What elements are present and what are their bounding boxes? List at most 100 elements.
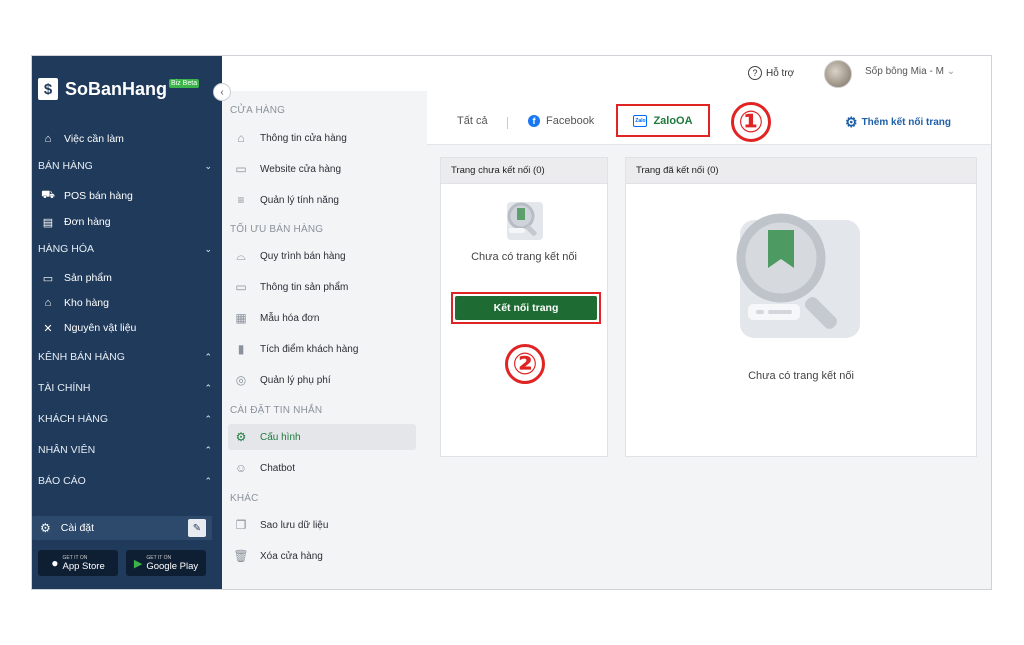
menu-item-product-info[interactable]: ▭ Thông tin sản phẩm [228, 274, 416, 300]
sidebar-item-todo[interactable]: ⌂ Việc cần làm [32, 128, 222, 150]
list-icon: ≡ [237, 193, 245, 207]
edit-icon[interactable]: ✎ [188, 519, 206, 537]
help-link[interactable]: ? Hỗ trợ [748, 66, 794, 80]
menu-item-backup[interactable]: ❐ Sao lưu dữ liệu [228, 512, 416, 538]
chevron-down-icon: ⌄ [946, 66, 956, 77]
menu-item-label: Cấu hình [260, 431, 301, 443]
sidebar-item-label: POS bán hàng [64, 190, 133, 202]
apple-icon: ● [51, 556, 59, 570]
sidebar-item-label: Sản phẩm [64, 272, 112, 284]
chevron-up-icon: ⌃ [204, 475, 212, 486]
app-store-label: App Store [62, 560, 105, 572]
user-menu[interactable]: Sốp bông Mia - M ⌄ [865, 66, 955, 77]
basket-icon: ⌓ [236, 248, 246, 263]
chevron-left-icon: ‹ [220, 86, 224, 98]
sidebar-group-goods[interactable]: HÀNG HÓA ⌄ [32, 238, 222, 260]
card-title: Trang chưa kết nối (0) [441, 158, 607, 184]
tab-zalo-oa[interactable]: Zalo ZaloOA [616, 104, 710, 137]
document-icon: ▤ [42, 216, 54, 229]
logo-icon: $ [38, 78, 58, 100]
chevron-up-icon: ⌃ [204, 413, 212, 424]
sidebar-item-label: Đơn hàng [64, 216, 111, 228]
sidebar-item-warehouse[interactable]: ⌂ Kho hàng [32, 292, 222, 314]
tab-all[interactable]: Tất cả [457, 115, 488, 127]
avatar[interactable] [824, 60, 852, 88]
menu-item-store-info[interactable]: ⌂ Thông tin cửa hàng [228, 125, 416, 151]
connected-pages-card: Trang đã kết nối (0) Chưa có trang kết n… [625, 157, 977, 457]
app-store-button[interactable]: ● GET IT ON App Store [38, 550, 118, 576]
menu-heading-other: KHÁC [230, 493, 259, 504]
sidebar-group-label: TÀI CHÍNH [38, 382, 91, 394]
sidebar-group-sales[interactable]: BÁN HÀNG ⌄ [32, 155, 222, 177]
menu-item-delete-store[interactable]: 🗑 Xóa cửa hàng [228, 543, 416, 569]
google-play-text: GET IT ON Google Play [146, 555, 198, 572]
sidebar-item-pos[interactable]: ⛟ POS bán hàng [32, 185, 222, 207]
invoice-icon: ▦ [235, 311, 247, 325]
menu-heading-store: CỬA HÀNG [230, 105, 286, 116]
sidebar-group-staff[interactable]: NHÂN VIÊN ⌃ [32, 439, 222, 461]
sidebar-item-orders[interactable]: ▤ Đơn hàng [32, 211, 222, 233]
sidebar-group-label: BÁN HÀNG [38, 160, 93, 172]
gear-icon: ⚙ [845, 114, 858, 130]
brand-name: SoBanHang [65, 78, 168, 99]
zalo-icon: Zalo [633, 114, 648, 127]
utensils-icon: ✕ [43, 322, 53, 335]
sidebar-item-label: Cài đặt [60, 522, 95, 534]
collapse-sidebar-button[interactable]: ‹ [213, 83, 231, 101]
sidebar-group-channels[interactable]: KÊNH BÁN HÀNG ⌃ [32, 346, 222, 368]
sidebar-item-products[interactable]: ▭ Sản phẩm [32, 267, 222, 289]
tab-facebook[interactable]: f Facebook [528, 115, 594, 127]
menu-item-website[interactable]: ▭ Website cửa hàng [228, 156, 416, 182]
menu-item-label: Tích điểm khách hàng [260, 343, 359, 355]
sidebar-item-settings[interactable]: ⚙ Cài đặt ✎ [32, 516, 212, 540]
app-window: $ SoBanHang Biz Beta ⌂ Việc cần làm BÁN … [31, 55, 992, 590]
menu-item-label: Quản lý tính năng [260, 194, 339, 206]
tab-label: ZaloOA [653, 114, 693, 127]
tab-label: Tất cả [457, 115, 488, 127]
menu-item-label: Quản lý phụ phí [260, 374, 331, 386]
top-header: ? Hỗ trợ Sốp bông Mia - M ⌄ [222, 56, 991, 91]
brand-logo[interactable]: $ SoBanHang Biz Beta [38, 78, 200, 100]
add-connection-label: Thêm kết nối trang [861, 117, 952, 128]
empty-state-text: Chưa có trang kết nối [748, 370, 854, 382]
sidebar-item-materials[interactable]: ✕ Nguyên vật liệu [32, 317, 222, 339]
google-play-button[interactable]: ▶ GET IT ON Google Play [126, 550, 206, 576]
main-content: Tất cả f Facebook Zalo ZaloOA ① ⚙ Thêm k… [427, 91, 991, 589]
menu-heading-optimize: TỐI ƯU BÁN HÀNG [230, 224, 324, 235]
empty-state-text: Chưa có trang kết nối [471, 251, 577, 263]
menu-item-features[interactable]: ≡ Quản lý tính năng [228, 187, 416, 213]
add-connection-button[interactable]: ⚙ Thêm kết nối trang [845, 114, 951, 131]
home-icon: ⌂ [44, 133, 52, 145]
facebook-icon: f [528, 115, 540, 127]
menu-item-label: Xóa cửa hàng [260, 550, 323, 562]
sidebar-group-customers[interactable]: KHÁCH HÀNG ⌃ [32, 408, 222, 430]
user-name: Sốp bông Mia - M [865, 66, 944, 77]
browser-icon: ▭ [235, 162, 247, 176]
menu-heading-messages: CÀI ĐẶT TIN NHẮN [230, 405, 323, 416]
menu-item-config[interactable]: ⚙ Cấu hình [228, 424, 416, 450]
sidebar-group-label: BÁO CÁO [38, 475, 86, 487]
store-icon: ⌂ [237, 131, 245, 145]
sidebar-item-label: Nguyên vật liệu [64, 322, 137, 334]
coins-icon: ◎ [235, 373, 247, 387]
menu-item-surcharge[interactable]: ◎ Quản lý phụ phí [228, 367, 416, 393]
menu-item-sales-process[interactable]: ⌓ Quy trình bán hàng [228, 243, 416, 269]
menu-item-label: Thông tin cửa hàng [260, 132, 347, 144]
sidebar-group-reports[interactable]: BÁO CÁO ⌃ [32, 470, 222, 492]
card-title: Trang đã kết nối (0) [626, 158, 976, 184]
empty-illustration [736, 213, 860, 338]
menu-item-label: Thông tin sản phẩm [260, 281, 349, 293]
chevron-up-icon: ⌃ [204, 382, 212, 393]
sidebar-group-finance[interactable]: TÀI CHÍNH ⌃ [32, 377, 222, 399]
sidebar-group-label: KHÁCH HÀNG [38, 413, 109, 425]
menu-item-loyalty[interactable]: ▮ Tích điểm khách hàng [228, 336, 416, 362]
sidebar-group-label: NHÂN VIÊN [38, 444, 96, 456]
step-marker-two: ② [505, 344, 545, 384]
menu-item-label: Chatbot [260, 462, 296, 474]
menu-item-invoice-template[interactable]: ▦ Mẫu hóa đơn [228, 305, 416, 331]
copy-icon: ❐ [235, 518, 247, 532]
box-icon: ▭ [42, 272, 54, 285]
menu-item-chatbot[interactable]: ☺ Chatbot [228, 455, 416, 481]
connect-page-button[interactable]: Kết nối trang [455, 296, 597, 320]
google-play-label: Google Play [146, 560, 199, 572]
